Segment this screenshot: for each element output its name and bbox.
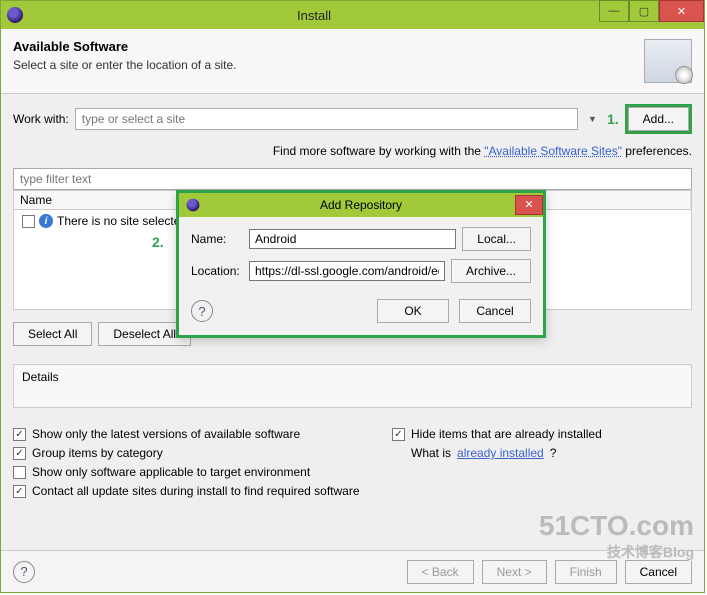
already-installed-link[interactable]: already installed bbox=[457, 446, 544, 460]
app-icon bbox=[7, 7, 23, 23]
workwith-label: Work with: bbox=[13, 112, 69, 126]
checkbox-latest[interactable] bbox=[13, 428, 26, 441]
back-button[interactable]: < Back bbox=[407, 560, 474, 584]
info-icon: i bbox=[39, 214, 53, 228]
workwith-input[interactable] bbox=[75, 108, 578, 130]
details-panel: Details bbox=[13, 364, 692, 408]
dialog-icon bbox=[187, 199, 200, 212]
annotation-marker-1: 1. bbox=[607, 111, 619, 127]
dialog-cancel-button[interactable]: Cancel bbox=[459, 299, 531, 323]
next-button[interactable]: Next > bbox=[482, 560, 547, 584]
add-repository-dialog: Add Repository ✕ Name: Local... Location… bbox=[176, 190, 546, 338]
wizard-footer: ? < Back Next > Finish Cancel bbox=[1, 550, 704, 592]
location-input[interactable] bbox=[249, 261, 445, 281]
row-checkbox[interactable] bbox=[22, 215, 35, 228]
checkbox-group[interactable] bbox=[13, 447, 26, 460]
select-all-button[interactable]: Select All bbox=[13, 322, 92, 346]
location-label: Location: bbox=[191, 264, 243, 278]
wizard-header: Available Software Select a site or ente… bbox=[1, 29, 704, 94]
add-button[interactable]: Add... bbox=[628, 107, 689, 131]
install-icon bbox=[644, 39, 692, 83]
finish-button[interactable]: Finish bbox=[555, 560, 617, 584]
cancel-button[interactable]: Cancel bbox=[625, 560, 692, 584]
window-title: Install bbox=[29, 8, 599, 23]
close-button[interactable]: ✕ bbox=[659, 0, 704, 22]
ok-button[interactable]: OK bbox=[377, 299, 449, 323]
name-label: Name: bbox=[191, 232, 243, 246]
local-button[interactable]: Local... bbox=[462, 227, 531, 251]
checkbox-contact-sites[interactable] bbox=[13, 485, 26, 498]
checkbox-hide-installed[interactable] bbox=[392, 428, 405, 441]
checkbox-target-env[interactable] bbox=[13, 466, 26, 479]
hint-line: Find more software by working with the "… bbox=[13, 140, 692, 168]
archive-button[interactable]: Archive... bbox=[451, 259, 531, 283]
dialog-help-icon[interactable]: ? bbox=[191, 300, 213, 322]
empty-message: There is no site selected. bbox=[57, 214, 190, 228]
minimize-button[interactable]: — bbox=[599, 0, 629, 22]
chevron-down-icon[interactable]: ▼ bbox=[584, 114, 601, 124]
filter-input[interactable] bbox=[13, 168, 692, 190]
dialog-close-button[interactable]: ✕ bbox=[515, 195, 543, 215]
available-sites-link[interactable]: "Available Software Sites" bbox=[484, 144, 622, 158]
name-input[interactable] bbox=[249, 229, 456, 249]
dialog-title: Add Repository bbox=[207, 198, 515, 212]
help-icon[interactable]: ? bbox=[13, 561, 35, 583]
page-subtitle: Select a site or enter the location of a… bbox=[13, 58, 644, 72]
titlebar: Install — ▢ ✕ bbox=[1, 1, 704, 29]
page-title: Available Software bbox=[13, 39, 644, 54]
maximize-button[interactable]: ▢ bbox=[629, 0, 659, 22]
details-label: Details bbox=[22, 370, 59, 384]
